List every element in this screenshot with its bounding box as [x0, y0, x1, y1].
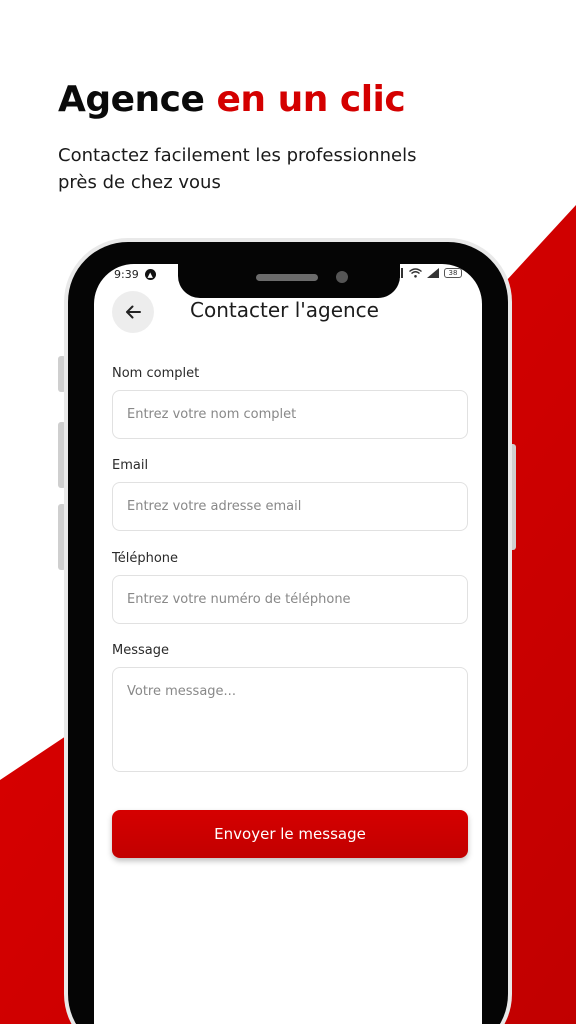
hero-subtitle: Contactez facilement les professionnels …: [58, 145, 417, 193]
send-message-button[interactable]: Envoyer le message: [112, 810, 468, 858]
phone-input[interactable]: Entrez votre numéro de téléphone: [112, 575, 468, 624]
message-textarea[interactable]: Votre message...: [112, 667, 468, 772]
wifi-icon: [409, 268, 422, 278]
email-label: Email: [112, 458, 149, 473]
app-notification-icon: ▲: [144, 269, 156, 280]
phone-label: Téléphone: [112, 551, 179, 566]
status-bar-left: 9:39 ▲: [114, 268, 156, 281]
hero-title-part1: Agence: [58, 79, 205, 120]
screen-title: Contacter l'agence: [190, 298, 379, 322]
notch-speaker: [256, 274, 318, 281]
fullname-label: Nom complet: [112, 366, 200, 381]
status-bar-right: 38: [392, 268, 462, 278]
message-label: Message: [112, 643, 169, 658]
phone-mockup: 9:39 ▲ 38 Contacter l'agence Nom complet…: [64, 238, 512, 1024]
phone-notch: [178, 264, 400, 298]
hero-title-part2: en un clic: [216, 79, 406, 120]
email-input[interactable]: Entrez votre adresse email: [112, 482, 468, 531]
fullname-input[interactable]: Entrez votre nom complet: [112, 390, 468, 439]
hero-section: Agence en un clic Contactez facilement l…: [58, 78, 558, 196]
hero-title: Agence en un clic: [58, 78, 558, 122]
battery-icon: 38: [444, 268, 462, 278]
status-time: 9:39: [114, 268, 139, 281]
mobile-signal-icon: [427, 268, 439, 278]
arrow-left-icon: [126, 305, 141, 319]
phone-bezel: 9:39 ▲ 38 Contacter l'agence Nom complet…: [68, 242, 508, 1024]
phone-screen: 9:39 ▲ 38 Contacter l'agence Nom complet…: [94, 264, 482, 1024]
back-button[interactable]: [112, 291, 154, 333]
front-camera: [336, 271, 348, 283]
